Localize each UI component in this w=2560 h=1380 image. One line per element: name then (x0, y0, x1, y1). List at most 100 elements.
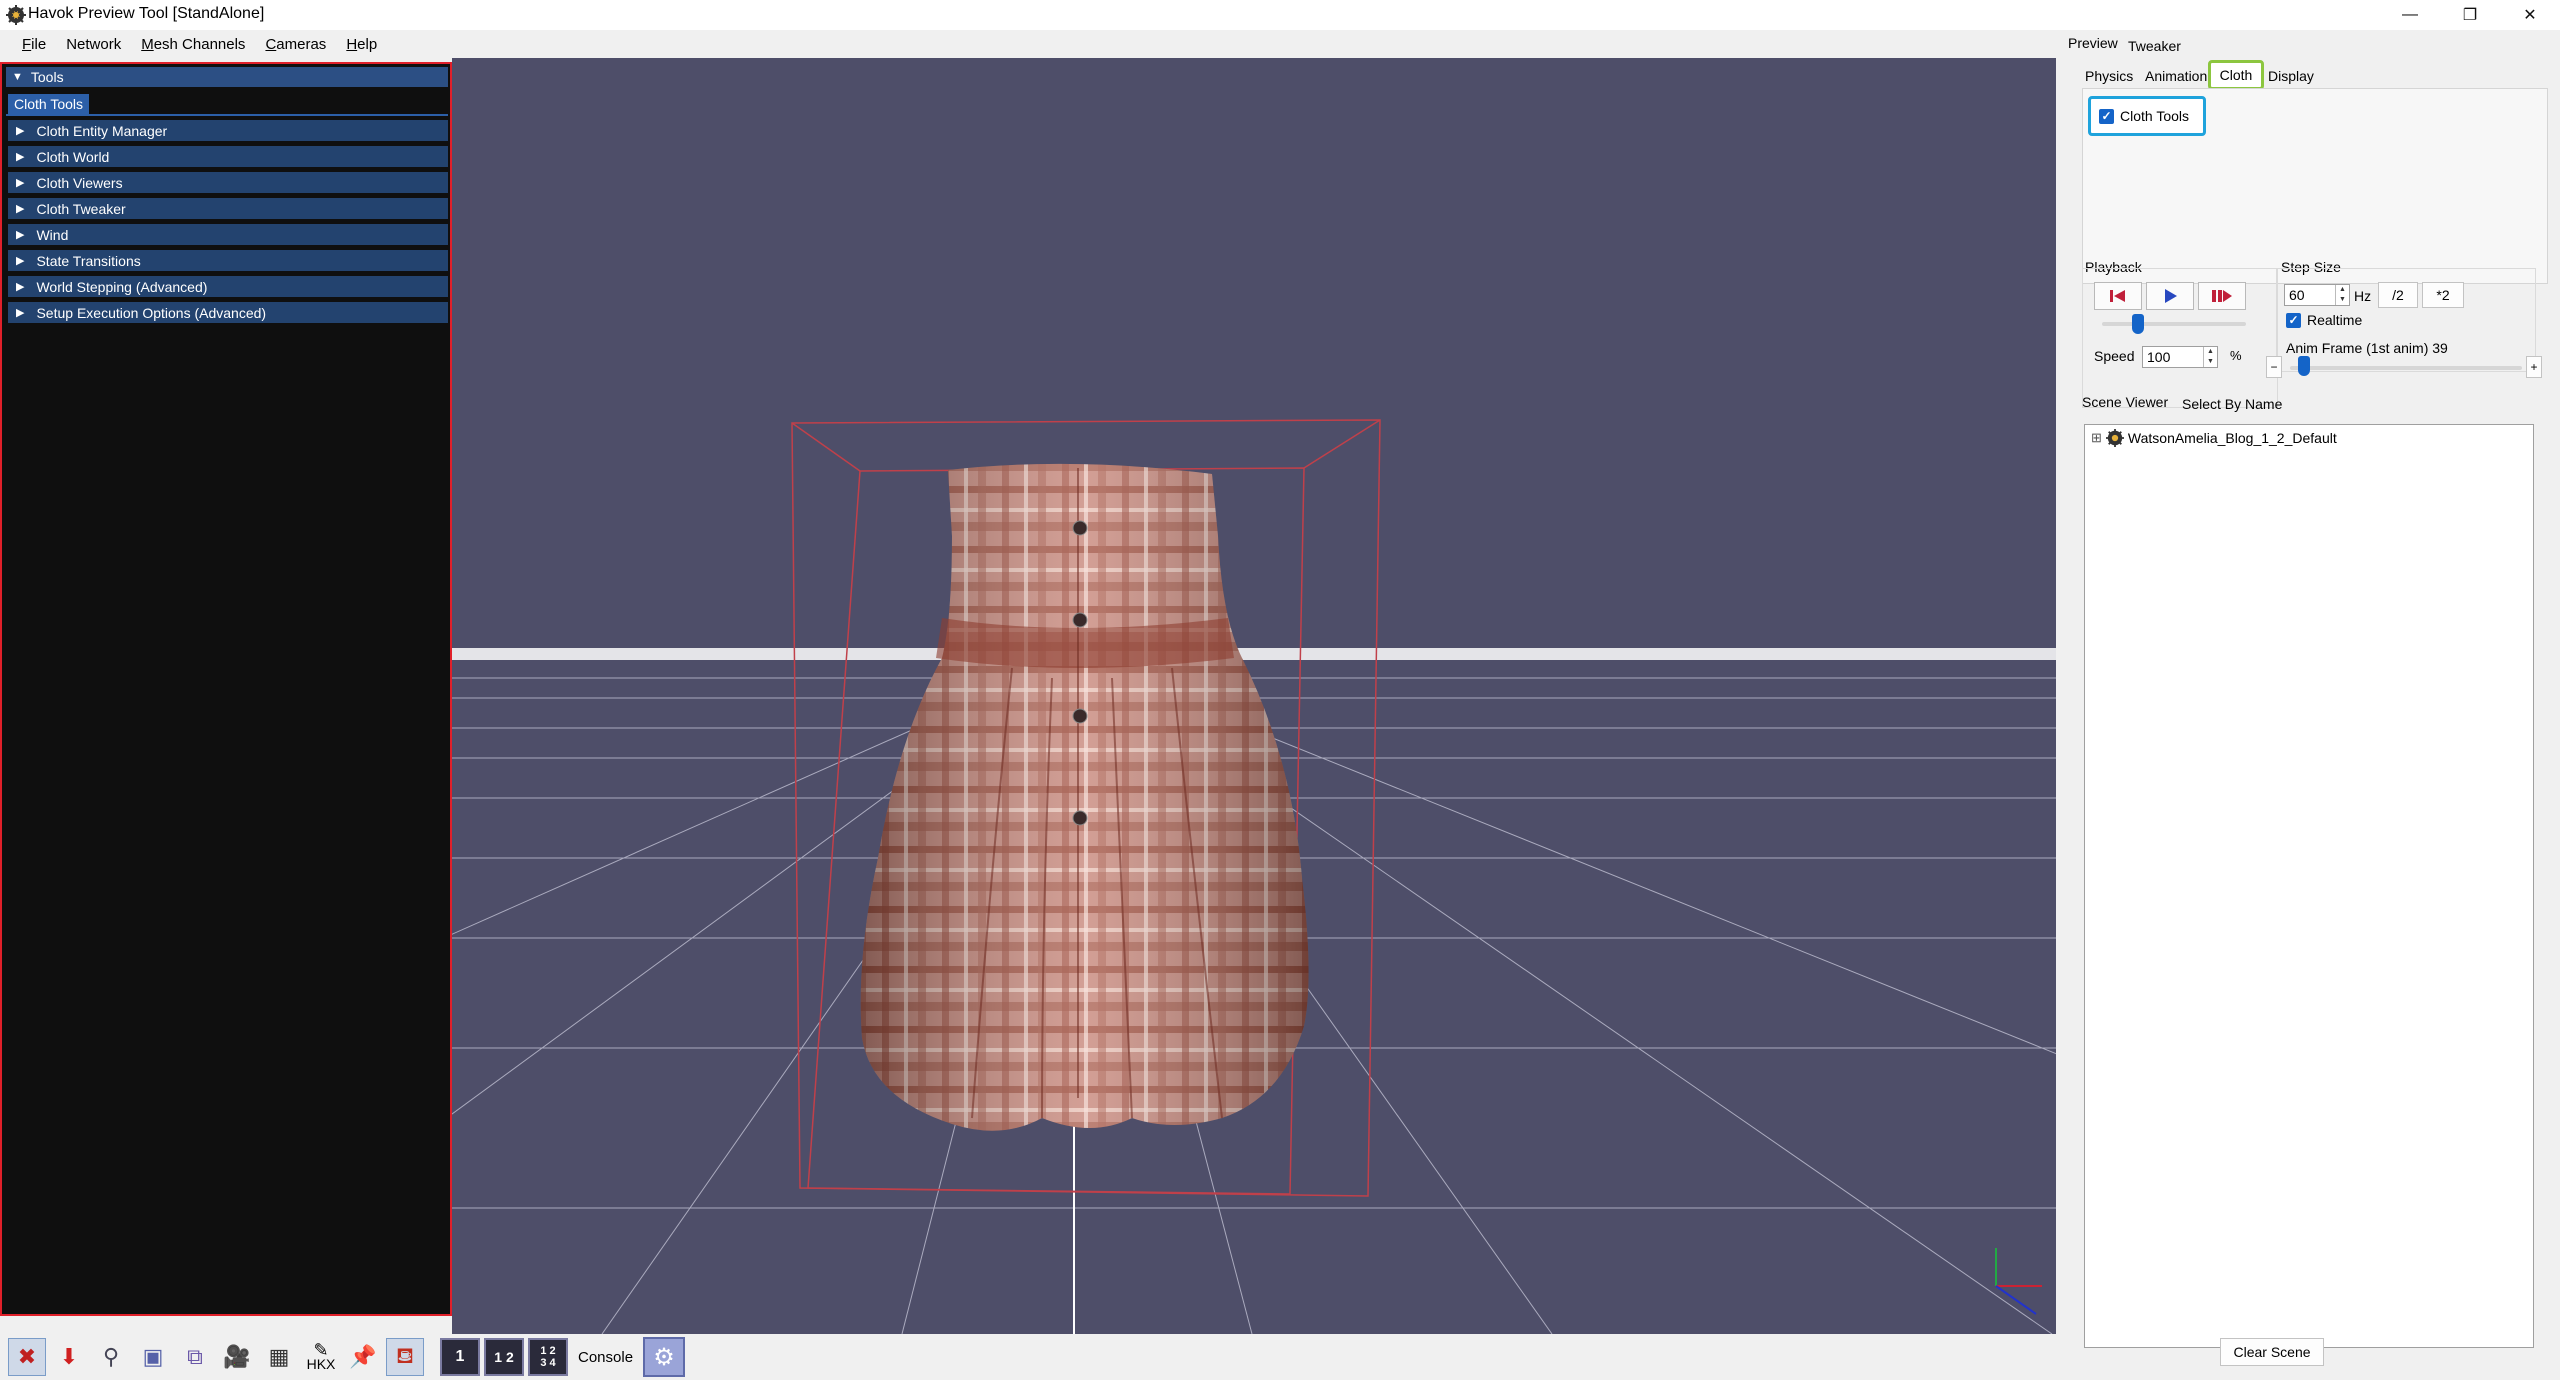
tree-expander-icon[interactable]: ⊞ (2091, 430, 2102, 446)
clear-scene-button[interactable]: Clear Scene (2220, 1338, 2324, 1366)
play-icon (2165, 289, 2177, 303)
havok-logo-icon (6, 5, 26, 25)
expand-triangle-icon: ▶ (16, 307, 25, 319)
double-step-button[interactable]: *2 (2422, 282, 2464, 308)
title-bar: Havok Preview Tool [StandAlone] — ❐ ✕ (0, 0, 2560, 30)
menu-cameras[interactable]: Cameras (255, 36, 336, 53)
section-setup-execution-options[interactable]: ▶ Setup Execution Options (Advanced) (8, 302, 448, 323)
tab-underline (6, 114, 448, 116)
tree-item-label: WatsonAmelia_Blog_1_2_Default (2127, 430, 2337, 446)
realtime-label: Realtime (2307, 312, 2363, 328)
menu-help[interactable]: Help (336, 36, 387, 53)
settings-button[interactable]: ⚙ (643, 1337, 686, 1377)
step-button[interactable] (2198, 282, 2246, 310)
layout-single-button[interactable]: 1 (440, 1338, 480, 1376)
tab-preview[interactable]: Preview (2068, 35, 2118, 51)
tab-tweaker[interactable]: Tweaker (2128, 38, 2181, 54)
speed-unit: % (2230, 348, 2242, 363)
expand-triangle-icon: ▶ (16, 229, 25, 241)
tab-cloth-tools[interactable]: Cloth Tools (8, 94, 90, 114)
window-title: Havok Preview Tool [StandAlone] (28, 5, 265, 22)
layout-double-button[interactable]: 1 2 (484, 1338, 524, 1376)
tools-panel: ▼ Tools Cloth Tools ▶ Cloth Entity Manage… (0, 62, 452, 1316)
anim-frame-slider-handle[interactable] (2298, 356, 2310, 376)
tab-display[interactable]: Display (2268, 68, 2314, 84)
anim-frame-decrement-button[interactable]: − (2266, 356, 2282, 378)
rewind-button[interactable] (2094, 282, 2142, 310)
anim-frame-slider-track[interactable] (2290, 366, 2522, 370)
section-cloth-world[interactable]: ▶ Cloth World (8, 146, 448, 167)
section-cloth-entity-manager[interactable]: ▶ Cloth Entity Manager (8, 120, 448, 141)
tab-select-by-name[interactable]: Select By Name (2182, 396, 2282, 412)
section-cloth-tweaker[interactable]: ▶ Cloth Tweaker (8, 198, 448, 219)
cloth-tools-checkbox[interactable]: ✓ (2099, 108, 2114, 124)
hkx-icon[interactable]: ✎ HKX (302, 1338, 340, 1376)
spin-arrows-icon[interactable]: ▲ ▼ (2335, 285, 2349, 305)
drop-icon[interactable]: ⬇ (50, 1338, 88, 1376)
layout-quad-button[interactable]: 1 2 3 4 (528, 1338, 568, 1376)
box-icon[interactable]: ▣ (134, 1338, 172, 1376)
expand-triangle-icon: ▶ (16, 203, 25, 215)
scene-tree[interactable]: ⊞ WatsonAmelia_Blog_1_2_Default (2084, 424, 2534, 1348)
realtime-row[interactable]: ✓ Realtime (2286, 312, 2362, 328)
viewport-scene (452, 419, 2056, 1334)
section-wind[interactable]: ▶ Wind (8, 224, 448, 245)
close-icon: ✕ (2523, 7, 2537, 24)
rewind-icon (2110, 290, 2125, 302)
right-panel: Preview Tweaker Physics Animation Cloth … (2060, 30, 2560, 1380)
expand-triangle-icon: ▶ (16, 151, 25, 163)
restore-icon: ❐ (2462, 7, 2478, 24)
playback-slider-track[interactable] (2102, 322, 2246, 326)
playback-slider-handle[interactable] (2132, 314, 2144, 334)
grid-icon[interactable]: ▦ (260, 1338, 298, 1376)
anim-frame-increment-button[interactable]: + (2526, 356, 2542, 378)
section-world-stepping[interactable]: ▶ World Stepping (Advanced) (8, 276, 448, 297)
pin-icon[interactable]: 📌 (344, 1338, 382, 1376)
restore-button[interactable]: ❐ (2440, 0, 2500, 30)
spin-arrows-icon[interactable]: ▲ ▼ (2203, 347, 2217, 367)
camera-icon[interactable]: 🎥 (218, 1338, 256, 1376)
step-size-spinbox[interactable]: 60 ▲ ▼ (2284, 284, 2350, 306)
tools-header-label: Tools (30, 69, 64, 85)
menu-file[interactable]: File (12, 36, 56, 53)
section-state-transitions[interactable]: ▶ State Transitions (8, 250, 448, 271)
halve-step-button[interactable]: /2 (2378, 282, 2418, 308)
minimize-button[interactable]: — (2380, 0, 2440, 30)
gear-icon: ⚙ (653, 1343, 675, 1371)
menu-bar: File Network Mesh Channels Cameras Help (0, 30, 2060, 58)
magnifier-icon[interactable]: ⚲ (92, 1338, 130, 1376)
expand-triangle-icon: ▶ (16, 125, 25, 137)
menu-network[interactable]: Network (56, 36, 131, 53)
cloth-icon[interactable]: ⛾ (386, 1338, 424, 1376)
3d-viewport[interactable] (452, 58, 2056, 1334)
step-forward-icon (2212, 290, 2232, 302)
cloth-tools-checkbox-row[interactable]: ✓ Cloth Tools (2088, 96, 2206, 136)
restart-icon[interactable]: ✖ (8, 1338, 46, 1376)
bottom-toolbar: ✖ ⬇ ⚲ ▣ ⧉ 🎥 ▦ ✎ HKX 📌 ⛾ 1 1 2 1 2 3 4 Con… (0, 1334, 2060, 1380)
axis-gizmo (1995, 1248, 2042, 1315)
menu-mesh-channels[interactable]: Mesh Channels (131, 36, 255, 53)
tab-animation[interactable]: Animation (2145, 68, 2207, 84)
close-button[interactable]: ✕ (2500, 0, 2560, 30)
minimize-icon: — (2402, 6, 2418, 23)
multi-box-icon[interactable]: ⧉ (176, 1338, 214, 1376)
speed-spinbox[interactable]: 100 ▲ ▼ (2142, 346, 2218, 368)
realtime-checkbox[interactable]: ✓ (2286, 312, 2301, 328)
tab-cloth[interactable]: Cloth (2208, 60, 2264, 90)
expand-triangle-icon: ▶ (16, 281, 25, 293)
tab-scene-viewer[interactable]: Scene Viewer (2082, 394, 2168, 410)
hz-unit: Hz (2354, 288, 2372, 304)
tree-item[interactable]: ⊞ WatsonAmelia_Blog_1_2_Default (2091, 429, 2337, 447)
tools-header[interactable]: ▼ Tools (6, 67, 448, 87)
cloth-tools-checkbox-label: Cloth Tools (2120, 108, 2190, 124)
expand-triangle-icon: ▶ (16, 255, 25, 267)
scene-node-icon (2105, 429, 2124, 447)
speed-label: Speed (2094, 348, 2135, 364)
section-cloth-viewers[interactable]: ▶ Cloth Viewers (8, 172, 448, 193)
anim-frame-label: Anim Frame (1st anim) 39 (2286, 340, 2448, 356)
play-button[interactable] (2146, 282, 2194, 310)
console-button[interactable]: Console (578, 1349, 633, 1366)
collapse-triangle-icon: ▼ (12, 71, 23, 83)
expand-triangle-icon: ▶ (16, 177, 25, 189)
tab-physics[interactable]: Physics (2085, 68, 2133, 84)
